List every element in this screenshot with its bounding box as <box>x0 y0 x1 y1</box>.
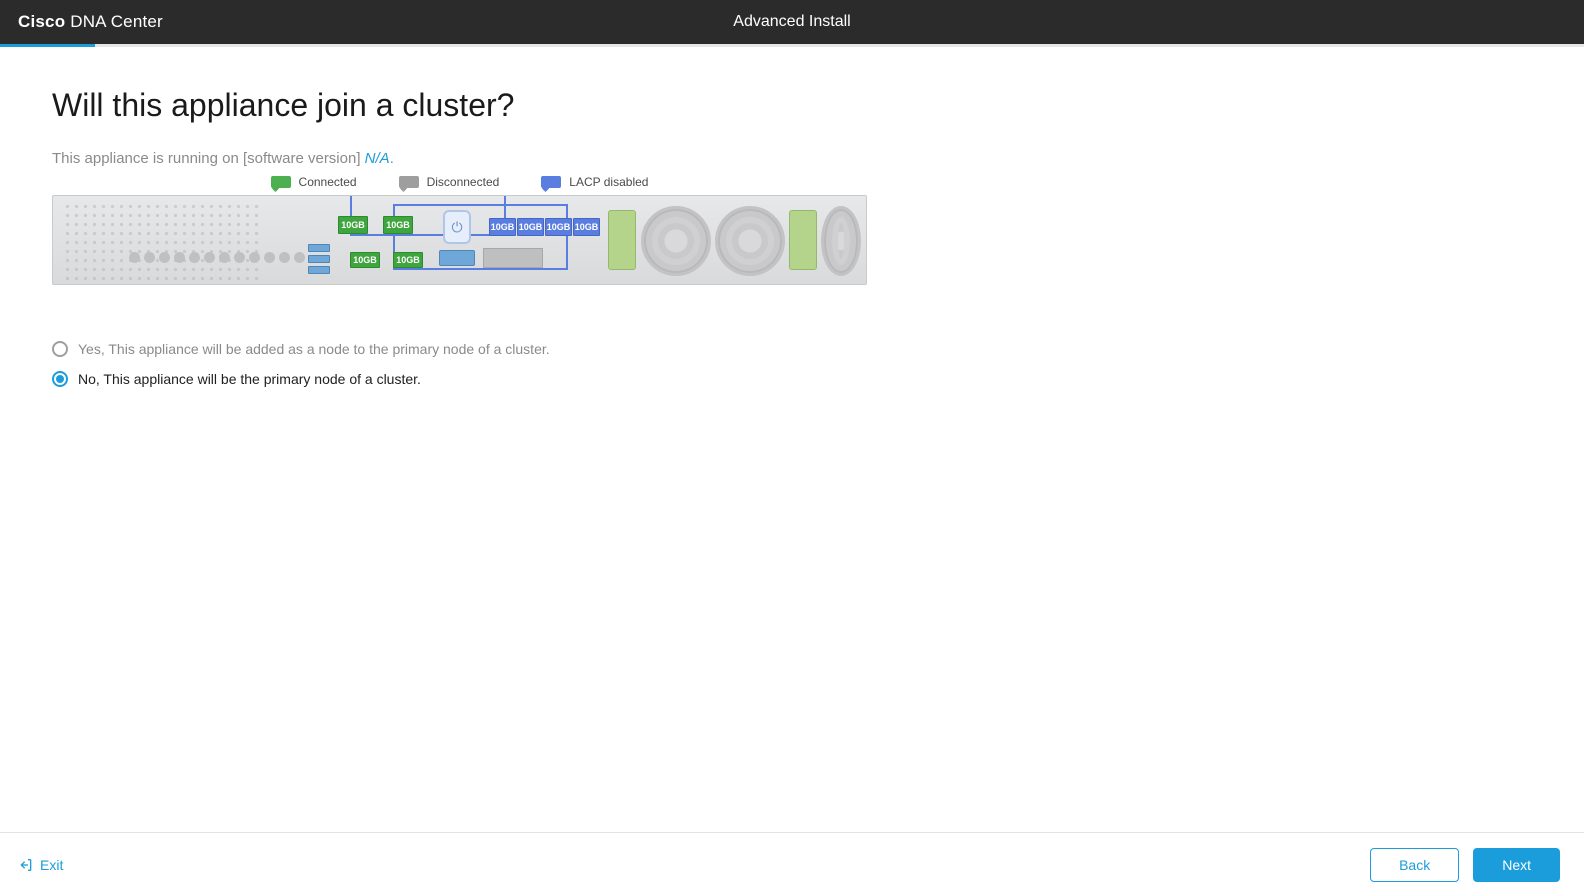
port-10gb-blue-2: 10GB <box>517 218 544 236</box>
lacp-swatch-icon <box>541 176 561 188</box>
psu-handle-2-icon <box>789 210 817 270</box>
back-button[interactable]: Back <box>1370 848 1459 882</box>
progress-track <box>0 44 1584 47</box>
cluster-options: Yes, This appliance will be added as a n… <box>52 341 1532 387</box>
progress-bar <box>0 44 95 47</box>
disconnected-swatch-icon <box>399 176 419 188</box>
vent-holes-icon <box>63 202 263 280</box>
page-title: Will this appliance join a cluster? <box>52 87 1532 124</box>
port-10gb-green-2: 10GB <box>383 216 413 234</box>
software-version-text: This appliance is running on [software v… <box>52 150 1532 167</box>
appliance-diagram: 10GB 10GB 10GB 10GB ⏻ 10GB 10GB 10GB 10G… <box>52 195 867 285</box>
port-10gb-blue-4: 10GB <box>573 218 600 236</box>
port-10gb-green-3: 10GB <box>350 252 380 268</box>
option-no-label: No, This appliance will be the primary n… <box>78 371 421 387</box>
psu-handle-1-icon <box>608 210 636 270</box>
legend-connected: Connected <box>271 175 357 189</box>
port-10gb-green-4: 10GB <box>393 252 423 268</box>
port-legend: Connected Disconnected LACP disabled <box>52 175 867 189</box>
slot-row <box>129 252 305 263</box>
fan-2-icon <box>715 206 785 276</box>
legend-disconnected: Disconnected <box>399 175 500 189</box>
brand-rest: DNA Center <box>65 12 163 31</box>
app-header: Cisco DNA Center Advanced Install <box>0 0 1584 44</box>
main-content: Will this appliance join a cluster? This… <box>0 47 1584 421</box>
exit-label: Exit <box>40 857 63 873</box>
mgmt-eth-icon <box>483 248 543 268</box>
header-title: Advanced Install <box>733 13 850 31</box>
next-button[interactable]: Next <box>1473 848 1560 882</box>
vga-port-icon <box>439 250 475 266</box>
legend-connected-label: Connected <box>299 175 357 189</box>
option-yes-label: Yes, This appliance will be added as a n… <box>78 341 550 357</box>
brand-bold: Cisco <box>18 12 65 31</box>
footer-bar: Exit Back Next <box>0 832 1584 896</box>
port-10gb-blue-1: 10GB <box>489 218 516 236</box>
subtext-prefix: This appliance is running on [software v… <box>52 150 365 167</box>
exit-button[interactable]: Exit <box>18 857 63 873</box>
exit-icon <box>18 857 34 873</box>
usb-ports-icon <box>308 244 330 274</box>
port-10gb-green-1: 10GB <box>338 216 368 234</box>
footer-buttons: Back Next <box>1370 848 1560 882</box>
option-no[interactable]: No, This appliance will be the primary n… <box>52 371 1532 387</box>
legend-disconnected-label: Disconnected <box>427 175 500 189</box>
power-button-icon: ⏻ <box>443 210 471 244</box>
radio-icon <box>52 341 68 357</box>
brand: Cisco DNA Center <box>18 12 163 32</box>
connected-swatch-icon <box>271 176 291 188</box>
port-10gb-blue-3: 10GB <box>545 218 572 236</box>
legend-lacp: LACP disabled <box>541 175 648 189</box>
option-yes[interactable]: Yes, This appliance will be added as a n… <box>52 341 1532 357</box>
fan-1-icon <box>641 206 711 276</box>
legend-lacp-label: LACP disabled <box>569 175 648 189</box>
fan-3-icon <box>821 206 861 276</box>
software-version-na: N/A <box>365 150 390 167</box>
radio-icon <box>52 371 68 387</box>
subtext-suffix: . <box>390 150 394 167</box>
